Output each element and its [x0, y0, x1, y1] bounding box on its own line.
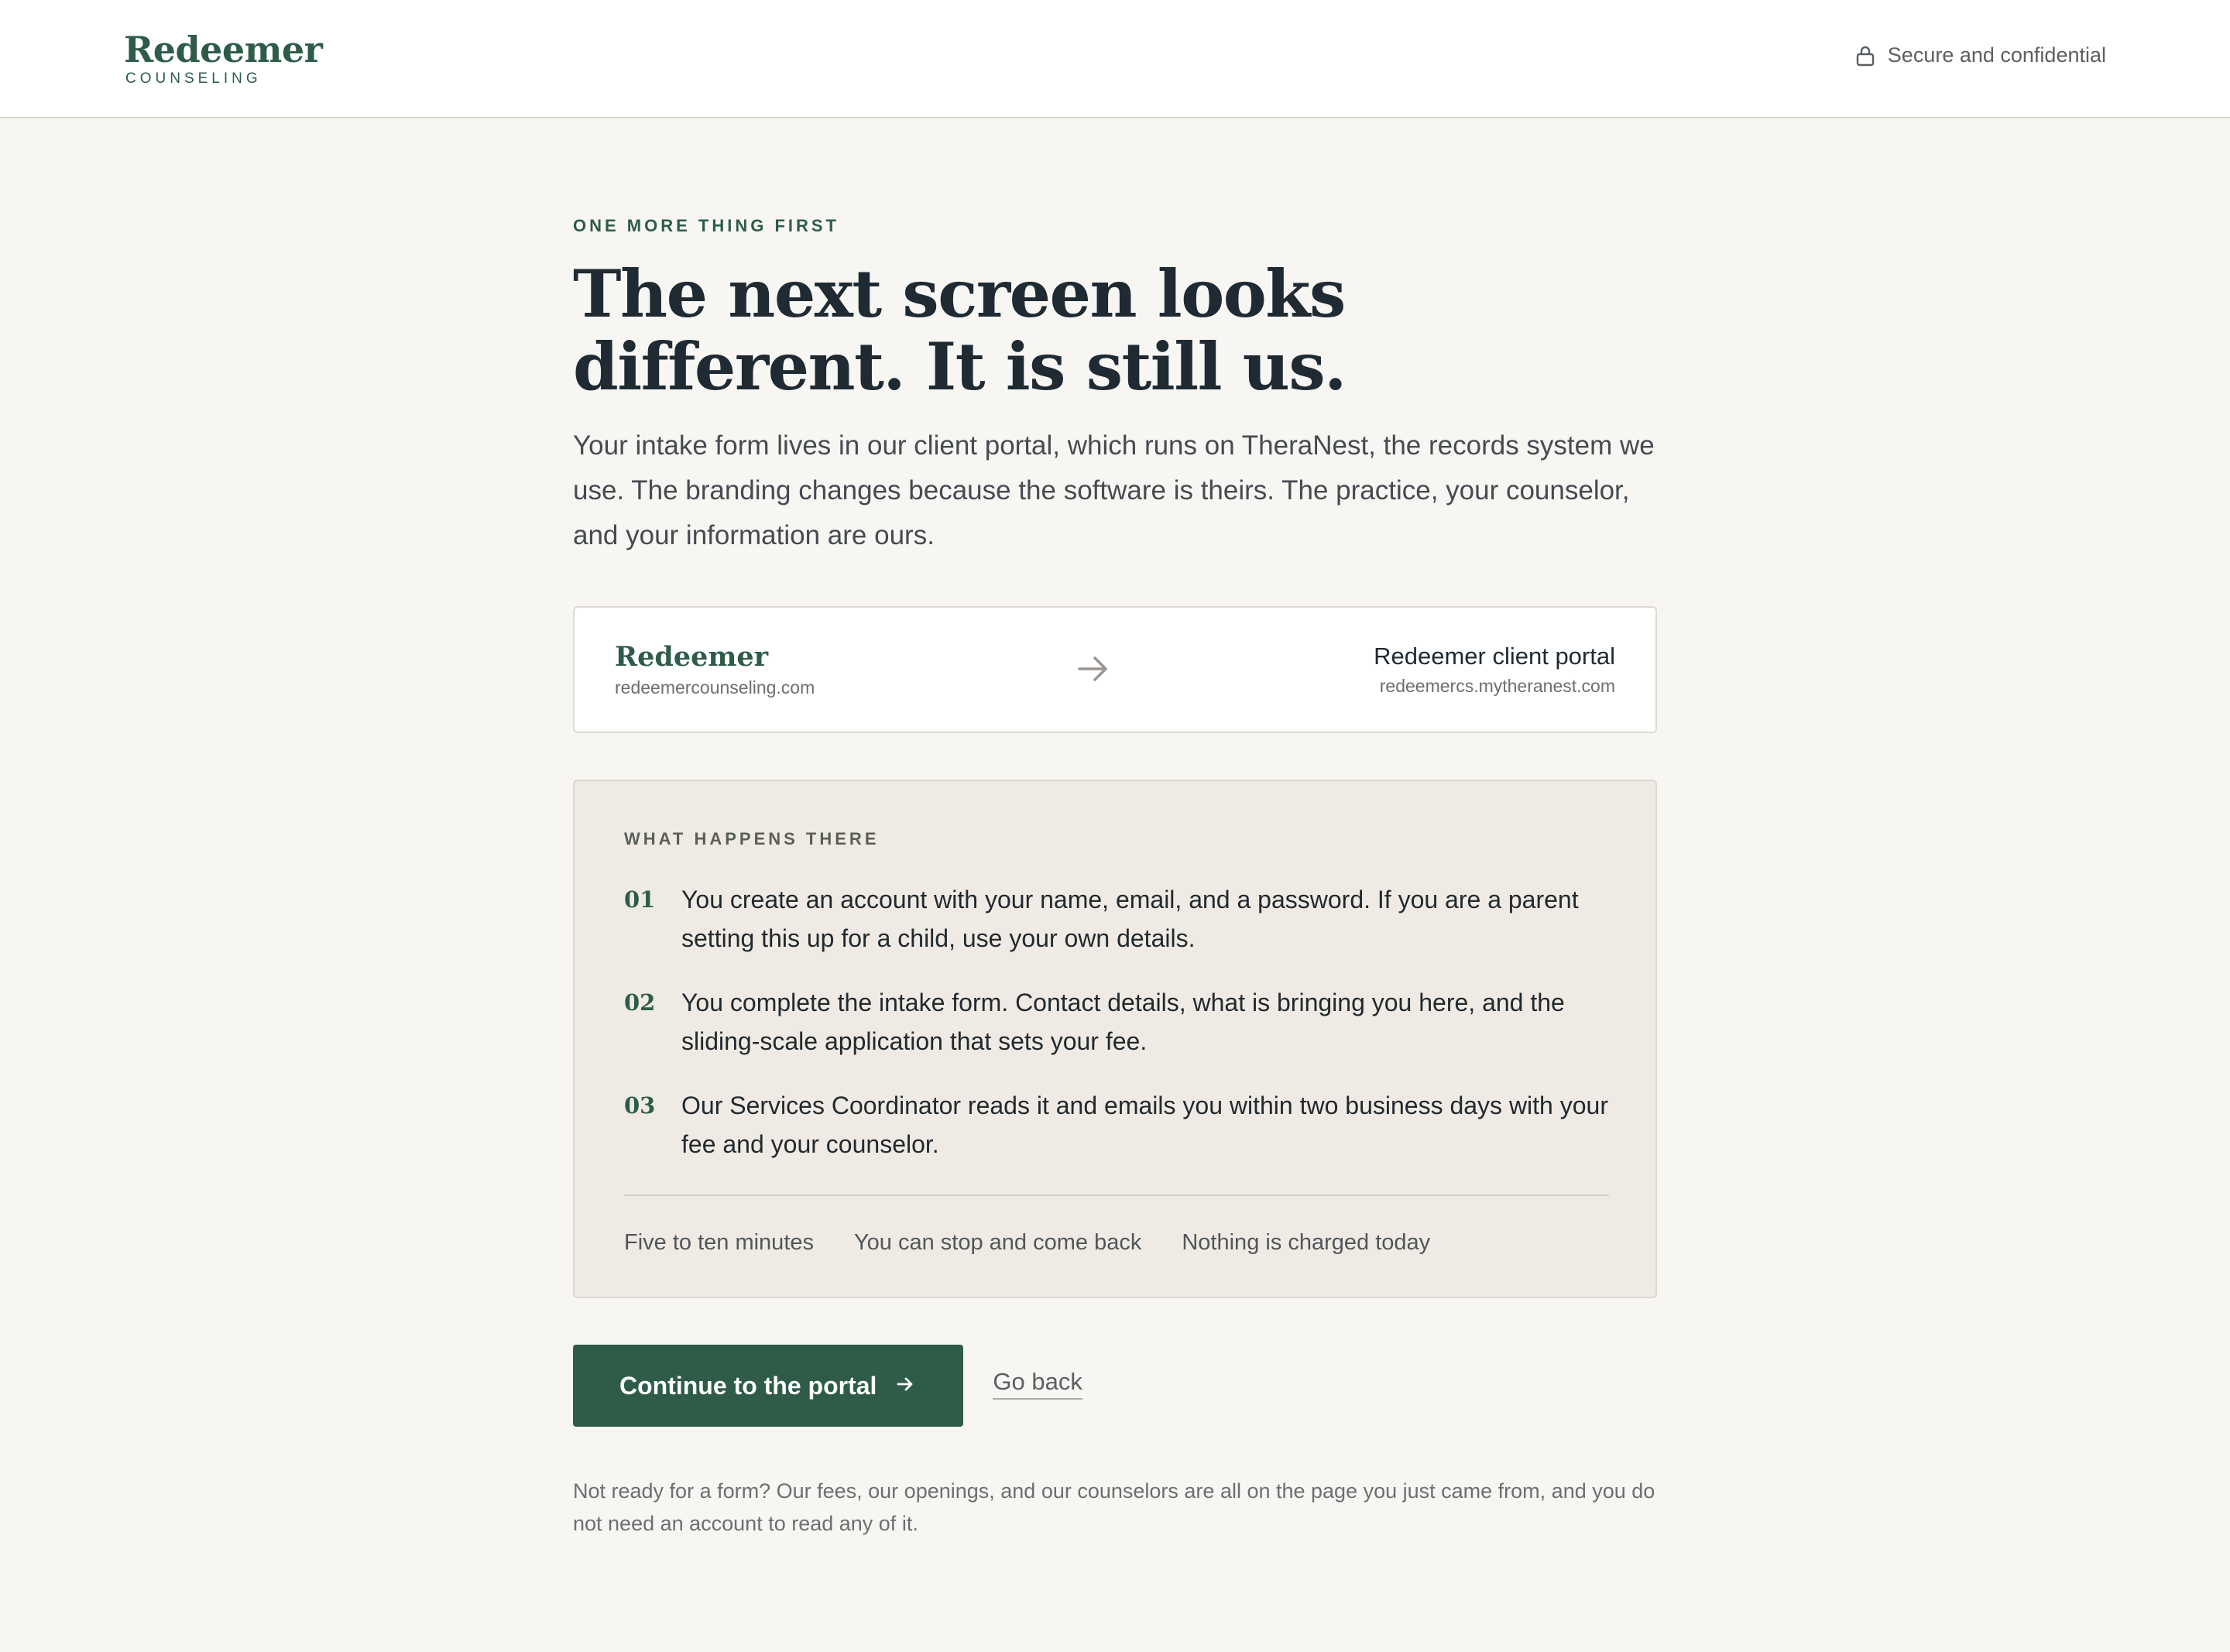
route-from-name: Redeemer: [615, 641, 769, 673]
actions-row: Continue to the portal Go back: [573, 1345, 1657, 1427]
main-content: ONE MORE THING FIRST The next screen loo…: [573, 118, 1657, 1540]
step-text: You create an account with your name, em…: [681, 886, 1579, 952]
brand-name: Redeemer: [124, 29, 323, 70]
footnote: Not ready for a form? Our fees, our open…: [573, 1479, 1655, 1535]
step-text: You complete the intake form. Contact de…: [681, 989, 1565, 1055]
continue-button-label: Continue to the portal: [619, 1371, 877, 1400]
lock-icon: [1855, 45, 1875, 67]
list-item: 02 You complete the intake form. Contact…: [624, 983, 1609, 1061]
step-text: Our Services Coordinator reads it and em…: [681, 1092, 1608, 1158]
list-item: 01 You create an account with your name,…: [624, 880, 1609, 958]
intro-text: Your intake form lives in our client por…: [573, 430, 1655, 550]
arrow-right-icon: [895, 1372, 915, 1400]
route-from-url: redeemercounseling.com: [615, 677, 815, 697]
steps-list: 01 You create an account with your name,…: [624, 880, 1609, 1189]
secure-label: Secure and confidential: [1887, 43, 2106, 67]
section-label: WHAT HAPPENS THERE: [624, 829, 880, 848]
brand-logo[interactable]: Redeemer COUNSELING: [124, 28, 323, 88]
divider: [624, 1194, 1609, 1196]
facts-row: Five to ten minutes You can stop and com…: [624, 1230, 1430, 1256]
arrow-right-icon: [1075, 651, 1110, 691]
go-back-link[interactable]: Go back: [993, 1367, 1082, 1400]
list-item: 03 Our Services Coordinator reads it and…: [624, 1086, 1609, 1164]
step-number: 03: [624, 1092, 656, 1119]
step-number: 02: [624, 989, 656, 1016]
page-title: The next screen looks different. It is s…: [573, 255, 1347, 405]
eyebrow: ONE MORE THING FIRST: [573, 216, 839, 235]
route-to-url: redeemercs.mytheranest.com: [1379, 676, 1615, 696]
fact-resume: You can stop and come back: [854, 1230, 1142, 1255]
route-to-name: Redeemer client portal: [1374, 643, 1615, 670]
continue-to-portal-button[interactable]: Continue to the portal: [573, 1345, 964, 1427]
fact-no-charge: Nothing is charged today: [1182, 1230, 1431, 1255]
secure-notice: Secure and confidential: [1855, 43, 2106, 67]
route-from: Redeemer redeemercounseling.com: [615, 640, 815, 699]
route-card: Redeemer redeemercounseling.com Redeemer…: [573, 606, 1657, 733]
what-happens-panel: WHAT HAPPENS THERE 01 You create an acco…: [573, 780, 1657, 1298]
brand-subtitle: COUNSELING: [125, 70, 262, 87]
site-header: Redeemer COUNSELING Secure and confident…: [0, 0, 2230, 118]
step-number: 01: [624, 886, 656, 913]
fact-duration: Five to ten minutes: [624, 1230, 814, 1255]
route-to: Redeemer client portal redeemercs.myther…: [1374, 640, 1615, 697]
